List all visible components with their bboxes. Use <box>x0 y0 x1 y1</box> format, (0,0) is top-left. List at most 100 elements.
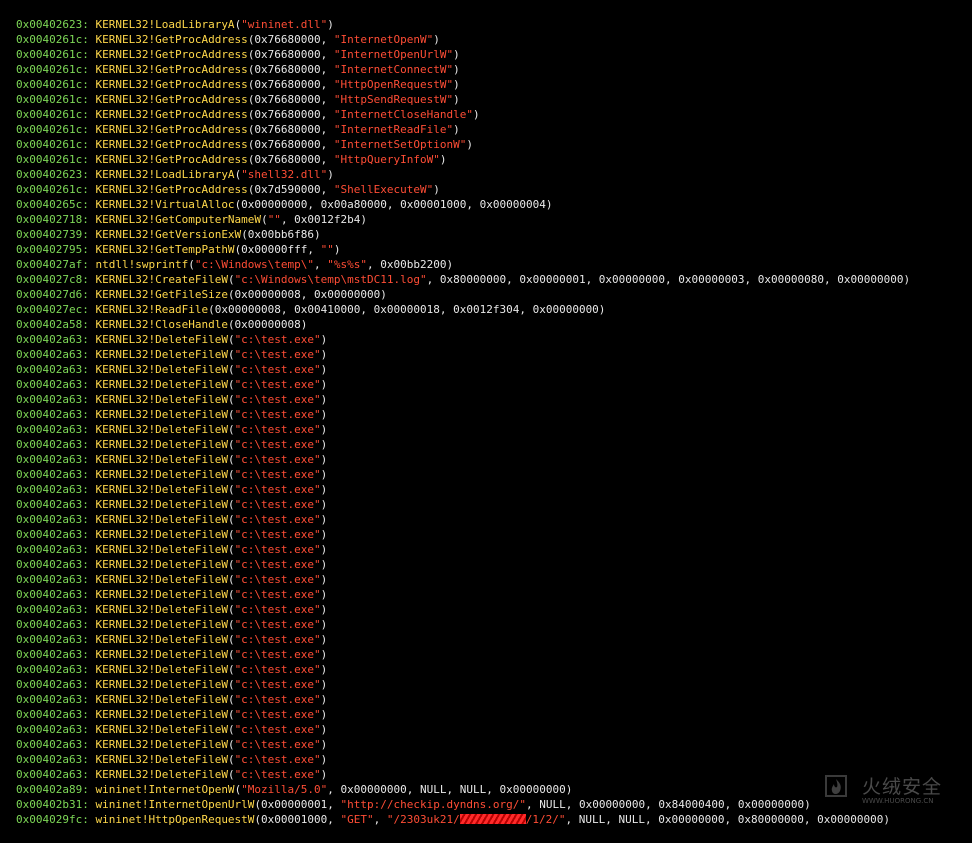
log-args: ) <box>320 603 328 616</box>
log-line: 0x00402a63: KERNEL32!DeleteFileW("c:\tes… <box>16 392 910 407</box>
log-api-call: KERNEL32!GetTempPathW <box>95 243 235 256</box>
log-args: (0x76680000, <box>247 78 334 91</box>
log-line: 0x00402a63: KERNEL32!DeleteFileW("c:\tes… <box>16 737 910 752</box>
log-args: ) <box>453 123 460 136</box>
log-args: ( <box>227 513 235 526</box>
log-string-arg: "c:\test.exe" <box>234 723 321 736</box>
log-line: 0x00402a63: KERNEL32!DeleteFileW("c:\tes… <box>16 527 910 542</box>
log-string-arg: "ShellExecuteW" <box>333 183 434 196</box>
log-address: 0x00402a63: <box>16 738 89 751</box>
log-api-call: ntdll!swprintf <box>95 258 189 271</box>
log-address: 0x004027d6: <box>16 288 89 301</box>
log-string-arg: "InternetOpenW" <box>333 33 434 46</box>
log-line: 0x004027c8: KERNEL32!CreateFileW("c:\Win… <box>16 272 910 287</box>
log-string-arg: "%s%s" <box>327 258 368 271</box>
log-string-arg: "" <box>267 213 281 226</box>
log-api-call: KERNEL32!DeleteFileW <box>95 708 228 721</box>
log-line: 0x00402a63: KERNEL32!DeleteFileW("c:\tes… <box>16 422 910 437</box>
log-address: 0x00402a63: <box>16 453 89 466</box>
log-args: (0x76680000, <box>247 138 334 151</box>
log-address: 0x0040261c: <box>16 138 89 151</box>
log-api-call: KERNEL32!DeleteFileW <box>95 528 228 541</box>
log-args: ) <box>320 753 328 766</box>
log-address: 0x00402718: <box>16 213 89 226</box>
log-line: 0x00402739: KERNEL32!GetVersionExW(0x00b… <box>16 227 910 242</box>
log-api-call: KERNEL32!DeleteFileW <box>95 408 228 421</box>
log-address: 0x0040261c: <box>16 33 89 46</box>
log-args: ( <box>227 468 235 481</box>
log-string-arg: "c:\test.exe" <box>234 603 321 616</box>
log-address: 0x00402a63: <box>16 393 89 406</box>
log-line: 0x00402a63: KERNEL32!DeleteFileW("c:\tes… <box>16 572 910 587</box>
log-api-call: KERNEL32!DeleteFileW <box>95 558 228 571</box>
log-args: (0x00000000, 0x00a80000, 0x00001000, 0x0… <box>234 198 553 211</box>
log-args: ( <box>227 768 235 781</box>
log-args: ) <box>320 408 328 421</box>
log-line: 0x00402a58: KERNEL32!CloseHandle(0x00000… <box>16 317 910 332</box>
log-line: 0x0040261c: KERNEL32!GetProcAddress(0x76… <box>16 137 910 152</box>
log-api-call: KERNEL32!DeleteFileW <box>95 603 228 616</box>
log-address: 0x00402a63: <box>16 558 89 571</box>
log-api-call: KERNEL32!DeleteFileW <box>95 393 228 406</box>
log-args: (0x76680000, <box>247 63 334 76</box>
log-string-arg: "c:\test.exe" <box>234 753 321 766</box>
log-args: (0x00000fff, <box>234 243 321 256</box>
log-args: ) <box>320 768 328 781</box>
log-api-call: wininet!InternetOpenUrlW <box>95 798 255 811</box>
log-address: 0x0040265c: <box>16 198 89 211</box>
log-address: 0x0040261c: <box>16 108 89 121</box>
log-args: (0x7d590000, <box>247 183 334 196</box>
watermark: 火绒安全 WWW.HUORONG.CN <box>822 770 962 810</box>
log-args: ) <box>320 738 328 751</box>
log-line: 0x0040265c: KERNEL32!VirtualAlloc(0x0000… <box>16 197 910 212</box>
log-args: ( <box>227 438 235 451</box>
log-api-call: KERNEL32!GetProcAddress <box>95 33 248 46</box>
log-args: ) <box>320 333 328 346</box>
log-args: ( <box>227 453 235 466</box>
log-string-arg: "InternetReadFile" <box>333 123 454 136</box>
log-string-arg: "c:\test.exe" <box>234 528 321 541</box>
log-line: 0x00402623: KERNEL32!LoadLibraryA("shell… <box>16 167 910 182</box>
log-api-call: KERNEL32!DeleteFileW <box>95 513 228 526</box>
log-line: 0x00402a89: wininet!InternetOpenW("Mozil… <box>16 782 910 797</box>
log-args: ) <box>320 633 328 646</box>
log-string-arg: "c:\test.exe" <box>234 468 321 481</box>
log-address: 0x00402a63: <box>16 693 89 706</box>
log-line: 0x00402b31: wininet!InternetOpenUrlW(0x0… <box>16 797 910 812</box>
log-api-call: KERNEL32!ReadFile <box>95 303 209 316</box>
log-args: ) <box>320 348 328 361</box>
log-line: 0x004027ec: KERNEL32!ReadFile(0x00000008… <box>16 302 910 317</box>
log-api-call: KERNEL32!DeleteFileW <box>95 618 228 631</box>
log-args: ( <box>227 663 235 676</box>
log-line: 0x00402a63: KERNEL32!DeleteFileW("c:\tes… <box>16 512 910 527</box>
log-line: 0x00402a63: KERNEL32!DeleteFileW("c:\tes… <box>16 632 910 647</box>
log-args: (0x76680000, <box>247 93 334 106</box>
log-line: 0x00402a63: KERNEL32!DeleteFileW("c:\tes… <box>16 647 910 662</box>
log-line: 0x00402a63: KERNEL32!DeleteFileW("c:\tes… <box>16 362 910 377</box>
log-line: 0x00402a63: KERNEL32!DeleteFileW("c:\tes… <box>16 692 910 707</box>
log-address: 0x00402a63: <box>16 573 89 586</box>
log-args: ( <box>227 528 235 541</box>
log-string-arg: "c:\test.exe" <box>234 408 321 421</box>
log-args: ( <box>227 348 235 361</box>
redaction-mark <box>459 814 526 824</box>
log-api-call: KERNEL32!DeleteFileW <box>95 768 228 781</box>
log-line: 0x00402a63: KERNEL32!DeleteFileW("c:\tes… <box>16 467 910 482</box>
log-address: 0x00402a63: <box>16 468 89 481</box>
log-args: , NULL, NULL, 0x00000000, 0x80000000, 0x… <box>565 813 891 826</box>
log-args: ) <box>333 243 341 256</box>
log-args: ) <box>327 18 334 31</box>
log-line: 0x00402a63: KERNEL32!DeleteFileW("c:\tes… <box>16 332 910 347</box>
log-api-call: KERNEL32!LoadLibraryA <box>95 18 235 31</box>
log-api-call: KERNEL32!GetProcAddress <box>95 138 248 151</box>
log-api-call: KERNEL32!GetProcAddress <box>95 153 248 166</box>
log-address: 0x00402a63: <box>16 333 89 346</box>
log-address: 0x0040261c: <box>16 78 89 91</box>
log-args: ) <box>327 168 334 181</box>
log-api-call: KERNEL32!CreateFileW <box>95 273 228 286</box>
log-args: ) <box>320 663 328 676</box>
log-address: 0x00402a63: <box>16 588 89 601</box>
log-api-call: KERNEL32!GetProcAddress <box>95 123 248 136</box>
log-address: 0x00402623: <box>16 168 89 181</box>
log-args: ( <box>261 213 268 226</box>
